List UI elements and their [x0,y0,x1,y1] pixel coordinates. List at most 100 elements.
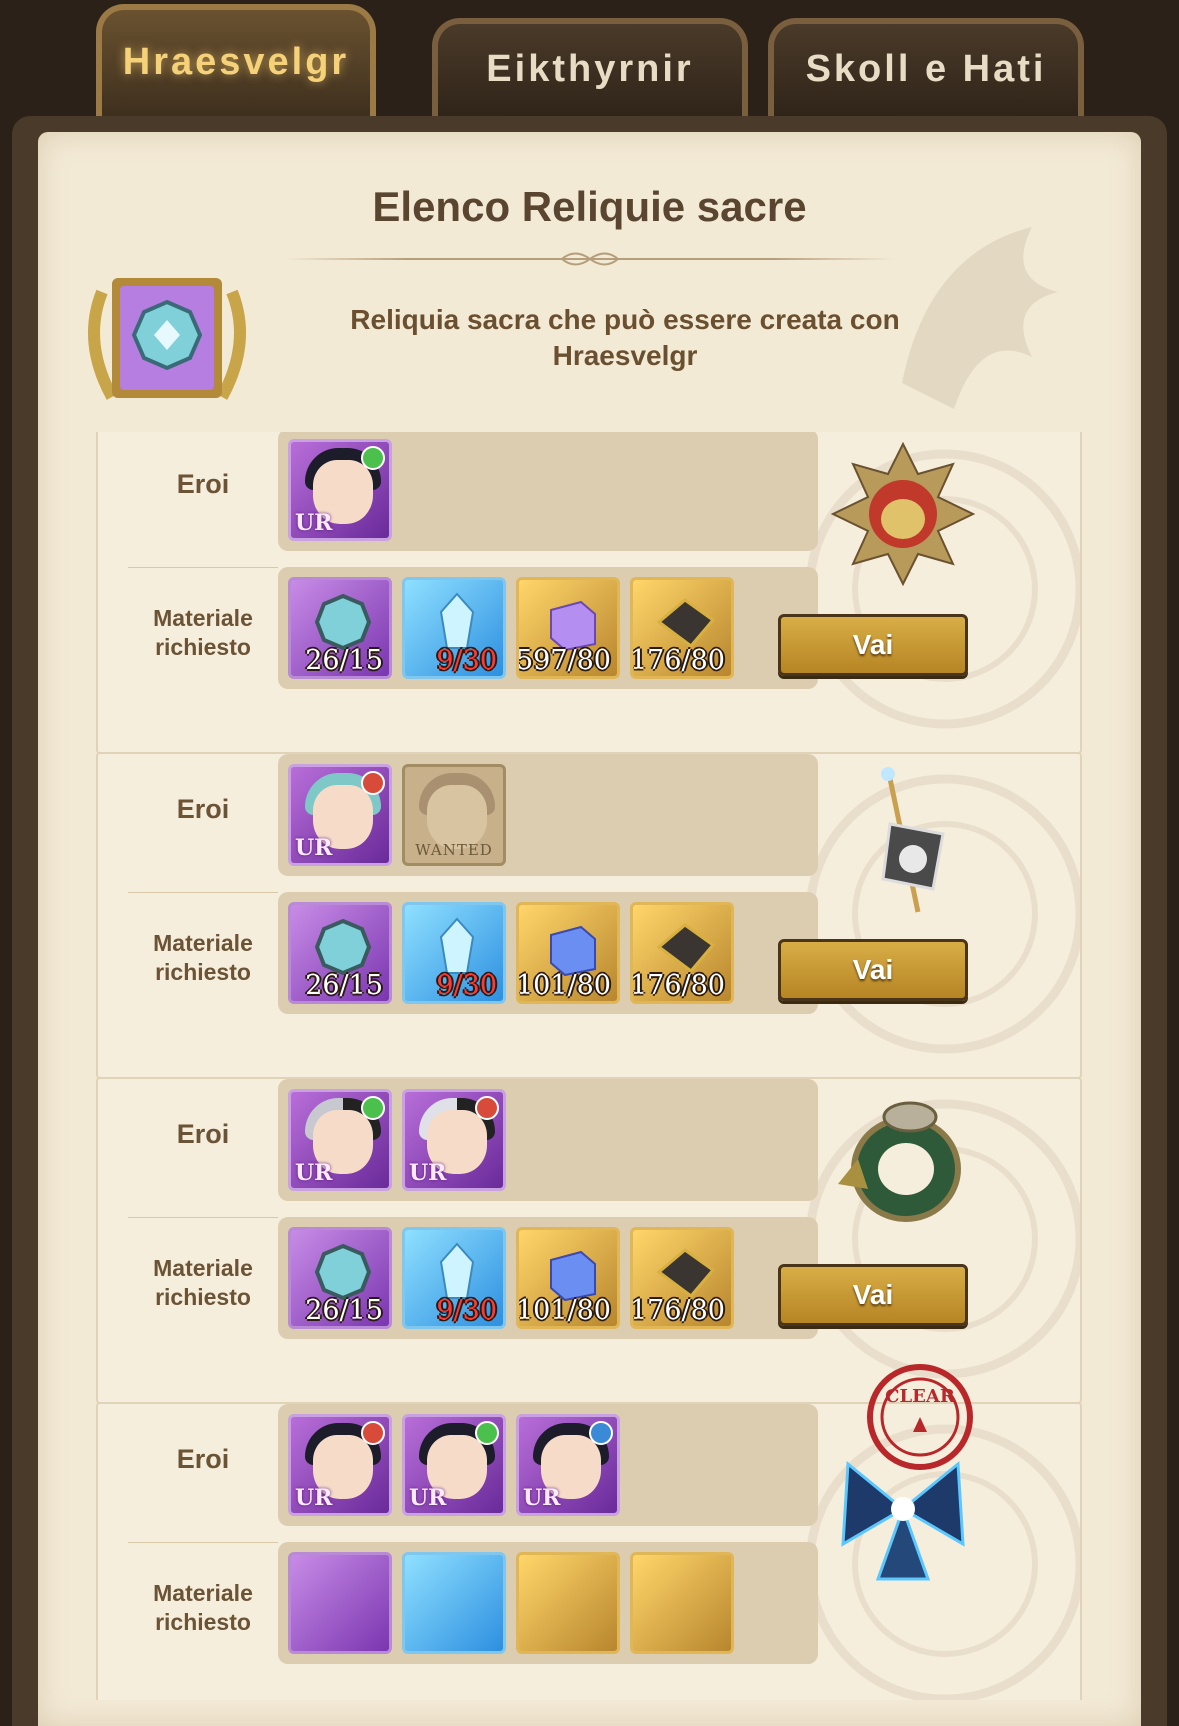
ore-icon [656,1248,715,1299]
material-emblem[interactable]: 26/15 [288,577,392,679]
attribute-green-icon [475,1421,499,1445]
materials-label: Materiale richiesto [153,930,253,985]
heroes-panel: UR [278,432,818,551]
cube-blue-icon [550,925,596,977]
ore-icon [656,598,715,649]
crystal-icon [439,1242,475,1299]
relic-description: Reliquia sacra che può essere creata con… [350,304,900,371]
cube-blue-icon [550,1250,596,1302]
dragon-ring-icon [838,1101,961,1222]
divider [128,892,278,893]
attribute-green-icon [361,446,385,470]
material-cube[interactable]: 101/80 [516,902,620,1004]
material-count: 9/30 [436,645,497,676]
material-slot[interactable] [630,1552,734,1654]
material-ore[interactable]: 176/80 [630,902,734,1004]
hero-portrait[interactable]: UR [288,1414,392,1516]
tab-skoll-e-hati[interactable]: Skoll e Hati [768,18,1084,126]
materials-panel: 26/15 9/30 597/80 176/80 [278,567,818,689]
attribute-green-icon [361,1096,385,1120]
relic-card: Eroi Materiale richiesto UR UR 26/15 9/3… [96,1077,1082,1404]
ur-rarity-badge: UR [295,835,333,861]
materials-panel [278,1542,818,1664]
tab-bar: Hraesvelgr Eikthyrnir Skoll e Hati [0,0,1179,130]
heroes-label: Eroi [176,1444,230,1474]
heroes-label: Eroi [176,469,230,499]
material-count: 176/80 [630,645,725,676]
materials-label: Materiale richiesto [153,1580,253,1635]
ur-rarity-badge: UR [295,1485,333,1511]
divider [128,1217,278,1218]
hero-portrait[interactable]: UR [402,1414,506,1516]
go-button[interactable]: Vai [778,614,968,676]
material-slot[interactable] [288,1552,392,1654]
attribute-red-icon [475,1096,499,1120]
emblem-icon [314,918,372,976]
material-ore[interactable]: 176/80 [630,1227,734,1329]
wanted-label: WANTED [415,841,493,859]
materials-panel: 26/15 9/30 101/80 176/80 [278,1217,818,1339]
material-count: 9/30 [436,1295,497,1326]
materials-label: Materiale richiesto [153,1255,253,1310]
tab-hraesvelgr[interactable]: Hraesvelgr [96,4,376,126]
ore-icon [656,923,715,974]
hero-portrait[interactable]: UR [288,439,392,541]
emblem-laurel-icon [88,278,246,400]
crystal-icon [439,917,475,974]
crystal-icon [439,592,475,649]
material-count: 176/80 [630,970,725,1001]
hero-portrait[interactable]: UR [288,1089,392,1191]
ur-rarity-badge: UR [295,510,333,536]
emblem-icon [314,593,372,651]
material-slot[interactable] [516,1552,620,1654]
material-crystal[interactable]: 9/30 [402,1227,506,1329]
material-slot[interactable] [402,1552,506,1654]
attribute-blue-icon [589,1421,613,1445]
sun-amulet-icon [830,441,976,587]
page-title: Elenco Reliquie sacre [372,183,807,230]
tab-label: Hraesvelgr [122,40,350,83]
material-count: 176/80 [630,1295,725,1326]
relic-card: Eroi Materiale richiesto UR 26/15 9/30 5… [96,432,1082,754]
heroes-panel: UR WANTED [278,754,818,876]
attribute-red-icon [361,1421,385,1445]
tab-eikthyrnir[interactable]: Eikthyrnir [432,18,748,126]
materials-label: Materiale richiesto [153,605,253,660]
attribute-red-icon [361,771,385,795]
divider [128,1542,278,1543]
material-crystal[interactable]: 9/30 [402,902,506,1004]
heroes-label: Eroi [176,1119,230,1149]
go-button[interactable]: Vai [778,939,968,1001]
material-emblem[interactable]: 26/15 [288,902,392,1004]
material-cube[interactable]: 597/80 [516,577,620,679]
material-emblem[interactable]: 26/15 [288,1227,392,1329]
tab-label: Skoll e Hati [805,47,1047,90]
tab-label: Eikthyrnir [486,47,694,90]
material-count: 26/15 [305,645,383,676]
ur-rarity-badge: UR [409,1160,447,1186]
divider [128,567,278,568]
material-count: 101/80 [516,1295,611,1326]
relic-card: Eroi Materiale richiesto UR WANTED 26/15 [96,752,1082,1079]
hero-portrait[interactable]: UR [288,764,392,866]
hero-portrait[interactable]: UR [402,1089,506,1191]
material-count: 597/80 [516,645,611,676]
clear-stamp-icon: CLEAR [867,1364,973,1470]
ur-rarity-badge: UR [409,1485,447,1511]
cube-purple-icon [550,600,596,652]
clear-stamp-label: CLEAR [885,1386,956,1407]
material-cube[interactable]: 101/80 [516,1227,620,1329]
relic-list[interactable]: Eroi Materiale richiesto UR 26/15 9/30 5… [84,432,1094,1700]
go-button[interactable]: Vai [778,1264,968,1326]
emblem-icon [314,1243,372,1301]
material-crystal[interactable]: 9/30 [402,577,506,679]
hero-portrait[interactable]: UR [516,1414,620,1516]
heroes-label: Eroi [176,794,230,824]
material-count: 9/30 [436,970,497,1001]
staff-banner-icon [881,767,945,913]
face [427,785,487,849]
wanted-hero-portrait[interactable]: WANTED [402,764,506,866]
material-count: 101/80 [516,970,611,1001]
material-ore[interactable]: 176/80 [630,577,734,679]
ur-rarity-badge: UR [295,1160,333,1186]
